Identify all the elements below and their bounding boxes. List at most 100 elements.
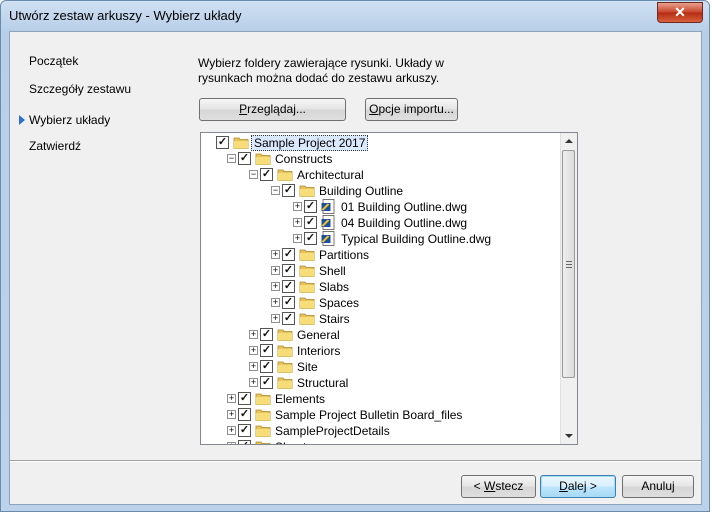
tree-node-label[interactable]: Interiors	[295, 343, 342, 359]
back-button[interactable]: < Wstecz	[461, 475, 536, 498]
expand-icon[interactable]: +	[249, 362, 258, 371]
collapse-icon[interactable]: −	[271, 186, 280, 195]
expand-icon[interactable]: +	[271, 266, 280, 275]
dialog-body: Początek Szczegóły zestawu Wybierz układ…	[9, 31, 702, 505]
tree-node[interactable]: + ✓ SampleProjectDetails	[201, 423, 557, 439]
node-checkbox[interactable]: ✓	[238, 152, 251, 165]
folder-icon	[299, 185, 315, 197]
dwg-file-icon	[321, 199, 335, 214]
node-checkbox[interactable]: ✓	[282, 280, 295, 293]
browse-button[interactable]: Przeglądaj...	[199, 98, 346, 121]
tree-node[interactable]: + ✓ Typical Building Outline.dwg	[201, 231, 557, 247]
tree-node-label[interactable]: Stairs	[317, 311, 352, 327]
folder-icon	[255, 409, 271, 421]
expand-icon[interactable]: +	[227, 410, 236, 419]
expand-icon[interactable]: +	[293, 218, 302, 227]
tree-node-label[interactable]: Typical Building Outline.dwg	[339, 231, 493, 247]
tree-node-label[interactable]: Structural	[295, 375, 350, 391]
expand-icon[interactable]: +	[271, 314, 280, 323]
node-checkbox[interactable]: ✓	[304, 232, 317, 245]
tree-node[interactable]: + ✓ Partitions	[201, 247, 557, 263]
expand-icon[interactable]: +	[227, 426, 236, 435]
node-checkbox[interactable]: ✓	[238, 408, 251, 421]
tree-node[interactable]: + ✓ Site	[201, 359, 557, 375]
tree-node[interactable]: + ✓ Sample Project Bulletin Board_files	[201, 407, 557, 423]
expand-icon[interactable]: +	[271, 282, 280, 291]
tree-node[interactable]: + ✓ 04 Building Outline.dwg	[201, 215, 557, 231]
expand-icon[interactable]: +	[271, 250, 280, 259]
node-checkbox[interactable]: ✓	[238, 440, 251, 444]
tree-node[interactable]: + ✓ General	[201, 327, 557, 343]
node-checkbox[interactable]: ✓	[260, 344, 273, 357]
folder-icon	[299, 313, 315, 325]
tree-node[interactable]: + ✓ 01 Building Outline.dwg	[201, 199, 557, 215]
expand-icon[interactable]: +	[293, 234, 302, 243]
tree-node-label[interactable]: Site	[295, 359, 320, 375]
tree-node[interactable]: + ✓ Spaces	[201, 295, 557, 311]
expand-icon[interactable]: +	[249, 346, 258, 355]
folder-icon	[277, 169, 293, 181]
expand-icon[interactable]: +	[249, 330, 258, 339]
tree-node-label[interactable]: Shell	[317, 263, 348, 279]
scroll-down-arrow-icon[interactable]	[565, 434, 573, 438]
next-button[interactable]: Dalej >	[540, 475, 616, 498]
node-checkbox[interactable]: ✓	[260, 376, 273, 389]
folder-icon	[299, 265, 315, 277]
tree-node-label[interactable]: Sample Project 2017	[251, 135, 369, 151]
node-checkbox[interactable]: ✓	[216, 136, 229, 149]
tree-node[interactable]: + ✓ Interiors	[201, 343, 557, 359]
tree-node[interactable]: + ✓ Slabs	[201, 279, 557, 295]
expand-icon[interactable]: +	[227, 394, 236, 403]
tree-node-label[interactable]: 01 Building Outline.dwg	[339, 199, 469, 215]
tree-node-label[interactable]: Elements	[273, 391, 327, 407]
node-checkbox[interactable]: ✓	[238, 424, 251, 437]
node-checkbox[interactable]: ✓	[282, 296, 295, 309]
node-checkbox[interactable]: ✓	[304, 200, 317, 213]
tree-node-label[interactable]: Constructs	[273, 151, 334, 167]
tree-node-label[interactable]: Sheets	[273, 439, 314, 444]
node-checkbox[interactable]: ✓	[282, 248, 295, 261]
close-button[interactable]: ✕	[657, 2, 703, 23]
tree-node[interactable]: − ✓ Constructs	[201, 151, 557, 167]
expand-icon[interactable]: +	[293, 202, 302, 211]
tree-node[interactable]: + ✓ Structural	[201, 375, 557, 391]
tree-node-label[interactable]: 04 Building Outline.dwg	[339, 215, 469, 231]
tree-scrollbar[interactable]	[560, 133, 577, 444]
node-checkbox[interactable]: ✓	[282, 312, 295, 325]
tree-node[interactable]: ✓ Sample Project 2017	[201, 135, 557, 151]
cancel-button[interactable]: Anuluj	[622, 475, 694, 498]
node-checkbox[interactable]: ✓	[238, 392, 251, 405]
tree-node[interactable]: − ✓ Building Outline	[201, 183, 557, 199]
tree-node-label[interactable]: Sample Project Bulletin Board_files	[273, 407, 464, 423]
tree-node-label[interactable]: Building Outline	[317, 183, 405, 199]
collapse-icon[interactable]: −	[227, 154, 236, 163]
tree-node-label[interactable]: Slabs	[317, 279, 351, 295]
tree-node[interactable]: +✓ Sheets	[201, 439, 557, 444]
node-checkbox[interactable]: ✓	[282, 264, 295, 277]
tree-node[interactable]: − ✓ Architectural	[201, 167, 557, 183]
import-options-button[interactable]: Opcje importu...	[365, 98, 458, 121]
node-checkbox[interactable]: ✓	[304, 216, 317, 229]
tree-node-label[interactable]: General	[295, 327, 342, 343]
tree-node[interactable]: + ✓ Elements	[201, 391, 557, 407]
collapse-icon[interactable]: −	[249, 170, 258, 179]
dialog-window: Utwórz zestaw arkuszy - Wybierz układy ✕…	[0, 0, 710, 512]
expand-icon[interactable]: +	[271, 298, 280, 307]
title-bar[interactable]: Utwórz zestaw arkuszy - Wybierz układy ✕	[1, 1, 709, 31]
tree-node-label[interactable]: Spaces	[317, 295, 361, 311]
tree-node-label[interactable]: Architectural	[295, 167, 366, 183]
folder-tree[interactable]: ✓ Sample Project 2017− ✓ Constructs − ✓ Archit…	[200, 132, 578, 445]
tree-node[interactable]: + ✓ Stairs	[201, 311, 557, 327]
scroll-up-arrow-icon[interactable]	[565, 139, 573, 143]
expand-icon[interactable]: +	[227, 442, 236, 444]
tree-node[interactable]: + ✓ Shell	[201, 263, 557, 279]
tree-node-label[interactable]: SampleProjectDetails	[273, 423, 392, 439]
folder-icon	[255, 153, 271, 165]
node-checkbox[interactable]: ✓	[260, 360, 273, 373]
tree-node-label[interactable]: Partitions	[317, 247, 371, 263]
expand-icon[interactable]: +	[249, 378, 258, 387]
node-checkbox[interactable]: ✓	[282, 184, 295, 197]
node-checkbox[interactable]: ✓	[260, 168, 273, 181]
scroll-thumb[interactable]	[562, 150, 575, 378]
node-checkbox[interactable]: ✓	[260, 328, 273, 341]
